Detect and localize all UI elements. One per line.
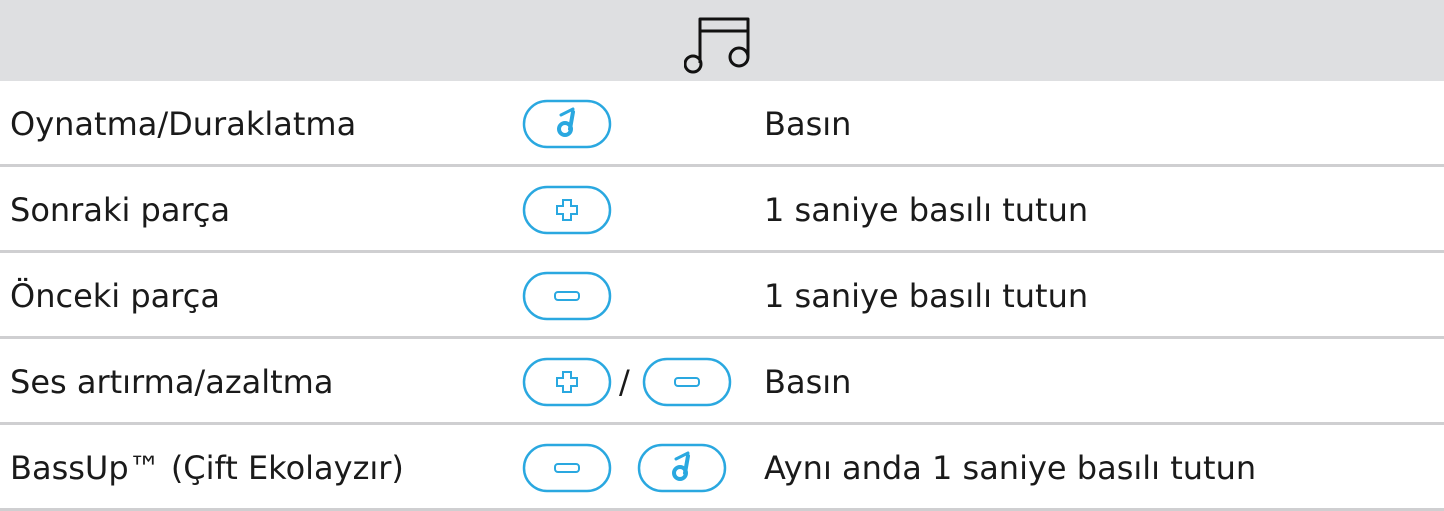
plus-button-icon <box>522 357 612 407</box>
action-label: 1 saniye basılı tutun <box>764 191 1089 229</box>
minus-button-icon <box>522 271 612 321</box>
table-row: Ses artırma/azaltma / Basın <box>0 339 1444 425</box>
music-note-icon <box>684 17 750 74</box>
function-label: BassUp™ (Çift Ekolayzır) <box>10 449 404 487</box>
function-label: Sonraki parça <box>10 191 231 229</box>
function-label: Ses artırma/azaltma <box>10 363 334 401</box>
play-pause-button-icon <box>637 443 727 493</box>
action-label: 1 saniye basılı tutun <box>764 277 1089 315</box>
button-separator: / <box>619 363 630 401</box>
action-label: Basın <box>764 105 852 143</box>
play-pause-button-icon <box>522 99 612 149</box>
table-row: Oynatma/Duraklatma Basın <box>0 81 1444 167</box>
table-row: Sonraki parça 1 saniye basılı tutun <box>0 167 1444 253</box>
function-label: Oynatma/Duraklatma <box>10 105 357 143</box>
action-label: Aynı anda 1 saniye basılı tutun <box>764 449 1257 487</box>
action-label: Basın <box>764 363 852 401</box>
table-row: BassUp™ (Çift Ekolayzır) Aynı anda 1 san… <box>0 425 1444 511</box>
table-row: Önceki parça 1 saniye basılı tutun <box>0 253 1444 339</box>
function-label: Önceki parça <box>10 277 220 315</box>
minus-button-icon <box>642 357 732 407</box>
table-header <box>0 0 1444 81</box>
minus-button-icon <box>522 443 612 493</box>
plus-button-icon <box>522 185 612 235</box>
